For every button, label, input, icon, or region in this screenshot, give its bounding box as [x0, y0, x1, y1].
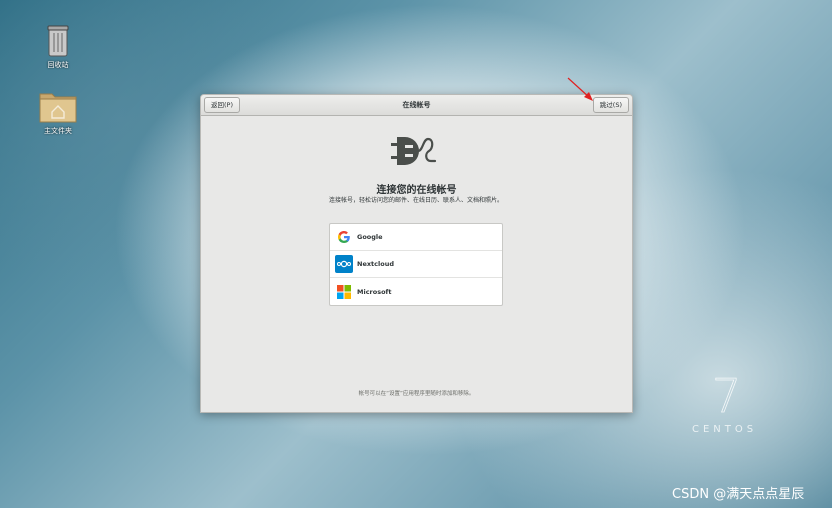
online-accounts-window: 返回(P) 在线帐号 跳过(S) 连接您的在线帐号 连接帐号，轻松访问您的邮件、…: [200, 94, 633, 413]
centos-branding: CENTOS: [692, 424, 758, 435]
desktop-icon-trash[interactable]: 回收站: [28, 22, 88, 70]
google-icon: [335, 228, 353, 246]
provider-row-nextcloud[interactable]: Nextcloud: [330, 251, 502, 278]
microsoft-icon: [335, 283, 353, 301]
nextcloud-icon: [335, 255, 353, 273]
provider-name: Nextcloud: [357, 260, 394, 268]
provider-row-google[interactable]: Google: [330, 224, 502, 251]
provider-list: Google Nextcloud Microsoft: [329, 223, 503, 306]
page-heading: 连接您的在线帐号: [376, 185, 457, 196]
desktop-icon-home-folder[interactable]: 主文件夹: [28, 88, 88, 136]
trash-icon: [47, 25, 69, 57]
desktop-icon-label: 回收站: [47, 61, 69, 69]
skip-button[interactable]: 跳过(S): [592, 97, 629, 113]
provider-name: Microsoft: [357, 287, 392, 296]
svg-text:7: 7: [712, 370, 741, 416]
provider-name: Google: [357, 233, 383, 241]
provider-row-microsoft[interactable]: Microsoft: [330, 278, 502, 305]
home-folder-icon: [39, 93, 77, 123]
desktop-icon-label: 主文件夹: [44, 127, 72, 135]
online-accounts-plug-icon: [391, 137, 437, 165]
annotation-arrow-icon: [567, 77, 593, 101]
page-description: 连接帐号，轻松访问您的邮件、在线日历、联系人、文档和照片。: [329, 197, 504, 204]
centos-version-mark: 7: [712, 370, 742, 416]
footer-hint: 帐号可以在“设置”应用程序里随时添加和移除。: [358, 391, 475, 397]
csdn-watermark: CSDN @满天点点星辰: [672, 487, 805, 502]
